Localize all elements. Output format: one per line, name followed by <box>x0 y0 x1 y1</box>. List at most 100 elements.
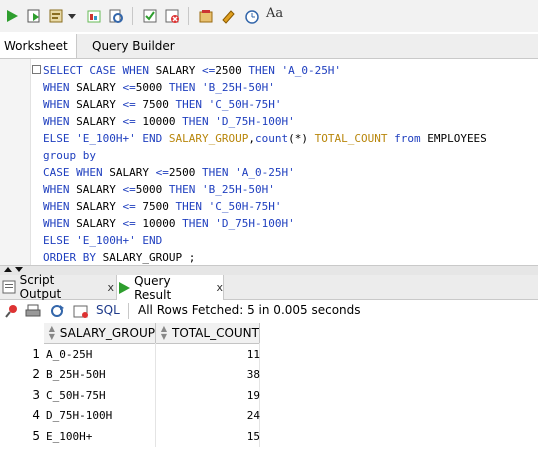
code-token: END <box>142 234 163 247</box>
tab-script-output[interactable]: Script Output x <box>2 273 114 301</box>
cancel-query-icon[interactable] <box>72 303 90 319</box>
code-line[interactable]: WHEN SALARY <= 7500 THEN 'C_50H-75H' <box>43 198 487 215</box>
rollback-icon[interactable] <box>162 6 182 26</box>
code-line[interactable]: ELSE 'E_100H+' END <box>43 232 487 249</box>
cell-total-count[interactable]: 24 <box>160 409 260 422</box>
toolbar-separator <box>128 303 129 319</box>
code-token: ORDER BY <box>43 251 103 264</box>
sql-history-icon[interactable] <box>196 6 216 26</box>
code-token: 'A_0-25H' <box>281 64 342 77</box>
cell-salary-group[interactable]: D_75H-100H <box>46 409 112 422</box>
tab-script-output-label: Script Output <box>19 273 62 301</box>
cell-total-count[interactable]: 38 <box>160 368 260 381</box>
row-number: 3 <box>32 388 40 402</box>
print-icon[interactable] <box>24 303 42 319</box>
tab-query-builder[interactable]: Query Builder <box>88 34 179 58</box>
sql-code[interactable]: SELECT CASE WHEN SALARY <=2500 THEN 'A_0… <box>43 62 487 266</box>
code-token: 'C_50H-75H' <box>208 200 282 213</box>
sql-editor[interactable]: SELECT CASE WHEN SALARY <=2500 THEN 'A_0… <box>0 59 538 265</box>
editor-gutter <box>0 59 31 265</box>
code-token: END <box>142 132 169 145</box>
code-token: 'B_25H-50H' <box>201 183 275 196</box>
change-case-icon[interactable]: Aa <box>266 6 283 21</box>
cell-salary-group[interactable]: B_25H-50H <box>46 368 106 381</box>
code-line[interactable]: WHEN SALARY <= 10000 THEN 'D_75H-100H' <box>43 113 487 130</box>
code-line[interactable]: ELSE 'E_100H+' END SALARY_GROUP,count(*)… <box>43 130 487 147</box>
code-line[interactable]: WHEN SALARY <= 7500 THEN 'C_50H-75H' <box>43 96 487 113</box>
cell-total-count[interactable]: 15 <box>160 430 260 443</box>
worksheet-tab-bar: Worksheet Query Builder <box>0 34 538 59</box>
code-token: CASE WHEN <box>43 166 110 179</box>
code-token: 'E_100H+' <box>76 234 143 247</box>
cell-total-count[interactable]: 11 <box>160 348 260 361</box>
cell-total-count[interactable]: 19 <box>160 389 260 402</box>
result-tab-bar: Script Output x Query Result x <box>0 273 538 302</box>
close-icon[interactable]: x <box>107 281 114 294</box>
code-fold-icon[interactable] <box>32 65 41 74</box>
code-line[interactable]: group by <box>43 147 487 164</box>
code-token: count <box>254 132 289 145</box>
sql-tuning-icon[interactable] <box>106 6 126 26</box>
column-divider <box>155 343 156 447</box>
code-line[interactable]: WHEN SALARY <=5000 THEN 'B_25H-50H' <box>43 181 487 198</box>
row-number: 4 <box>32 408 40 422</box>
sql-worksheet-timer-icon[interactable] <box>242 6 262 26</box>
code-line[interactable]: ORDER BY SALARY_GROUP ; <box>43 249 487 266</box>
code-token: SALARY_GROUP <box>168 132 249 145</box>
code-token: SALARY <box>76 200 123 213</box>
code-token: <= <box>122 98 143 111</box>
sql-link[interactable]: SQL <box>96 303 120 317</box>
code-line[interactable]: CASE WHEN SALARY <=2500 THEN 'A_0-25H' <box>43 164 487 181</box>
pin-icon[interactable] <box>2 303 20 319</box>
refresh-icon[interactable] <box>48 303 66 319</box>
cell-salary-group[interactable]: E_100H+ <box>46 430 92 443</box>
code-token: THEN <box>175 98 209 111</box>
sort-icon[interactable]: ▲ ▼ <box>159 325 169 341</box>
code-token: 'D_75H-100H' <box>215 217 295 230</box>
code-token: <= <box>155 166 169 179</box>
code-token: SALARY <box>76 115 123 128</box>
column-header-total-count[interactable]: ▲ ▼ TOTAL_COUNT <box>156 323 260 344</box>
code-token: ELSE <box>43 132 77 145</box>
code-token: SALARY <box>76 98 123 111</box>
code-token: 5000 <box>135 183 169 196</box>
code-token: EMPLOYEES <box>427 132 487 145</box>
tab-query-result[interactable]: Query Result x <box>116 274 224 302</box>
autotrace-icon[interactable] <box>84 6 104 26</box>
column-header-label: TOTAL_COUNT <box>172 326 259 340</box>
code-token: , <box>248 132 255 145</box>
tab-worksheet[interactable]: Worksheet <box>0 34 77 58</box>
code-line[interactable]: WHEN SALARY <=5000 THEN 'B_25H-50H' <box>43 79 487 96</box>
code-token: group by <box>43 149 96 162</box>
run-statement-icon <box>119 281 130 294</box>
code-token: <= <box>122 200 143 213</box>
cell-salary-group[interactable]: C_50H-75H <box>46 389 106 402</box>
code-token: 'E_100H+' <box>76 132 143 145</box>
code-token: THEN <box>201 166 236 179</box>
column-header-salary-group[interactable]: ▲ ▼ SALARY_GROUP <box>44 323 156 344</box>
cell-salary-group[interactable]: A_0-25H <box>46 348 92 361</box>
dropdown-icon[interactable] <box>66 6 78 26</box>
code-token: THEN <box>168 81 202 94</box>
results-grid[interactable]: ▲ ▼ SALARY_GROUP ▲ ▼ TOTAL_COUNT 1 A_0-25H… <box>0 323 538 453</box>
clear-icon[interactable] <box>218 6 238 26</box>
run-statement-icon[interactable] <box>2 6 22 26</box>
sort-icon[interactable]: ▲ ▼ <box>47 325 57 341</box>
code-token: <= <box>122 81 136 94</box>
run-script-icon[interactable] <box>24 6 44 26</box>
code-token: TOTAL_COUNT <box>314 132 395 145</box>
code-token: 2500 <box>168 166 202 179</box>
close-icon[interactable]: x <box>216 281 223 294</box>
code-line[interactable]: WHEN SALARY <= 10000 THEN 'D_75H-100H' <box>43 215 487 232</box>
code-line[interactable]: SELECT CASE WHEN SALARY <=2500 THEN 'A_0… <box>43 62 487 79</box>
code-token: ELSE <box>43 234 77 247</box>
toolbar-separator <box>132 7 133 25</box>
main-toolbar: Aa <box>0 0 538 32</box>
commit-icon[interactable] <box>140 6 160 26</box>
code-token: WHEN <box>43 81 77 94</box>
row-number: 2 <box>32 367 40 381</box>
explain-plan-icon[interactable] <box>46 6 66 26</box>
code-token: SELECT CASE WHEN <box>43 64 156 77</box>
code-token: <= <box>122 217 143 230</box>
results-toolbar: SQL All Rows Fetched: 5 in 0.005 seconds <box>0 300 538 322</box>
